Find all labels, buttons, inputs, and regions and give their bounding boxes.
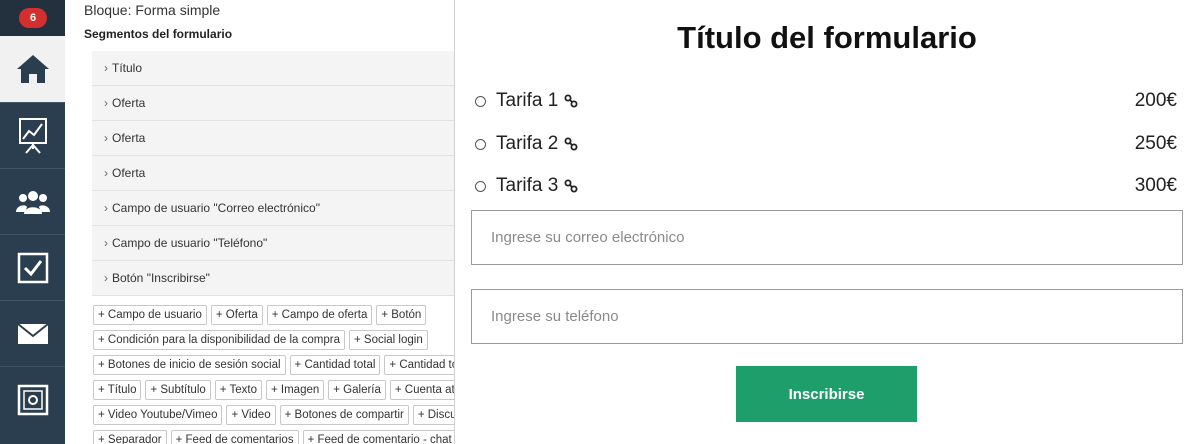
tag-row: + Condición para la disponibilidad de la…	[91, 328, 454, 353]
phone-field[interactable]: Ingrese su teléfono	[471, 289, 1183, 344]
notification-badge[interactable]: 6	[19, 8, 47, 28]
link-icon	[564, 137, 578, 151]
add-youtube-video-button[interactable]: + Video Youtube/Vimeo	[93, 405, 223, 425]
nav-analytics-button[interactable]	[0, 102, 65, 168]
segment-list: › Título › Oferta › Oferta › Oferta › Campo d…	[92, 51, 454, 296]
add-user-field-button[interactable]: + Campo de usuario	[93, 305, 207, 325]
add-social-login-button[interactable]: + Social login	[348, 330, 428, 350]
form-preview: Título del formulario Tarifa 1 200€ Tari…	[455, 0, 1199, 444]
radio-button[interactable]	[475, 138, 486, 150]
add-share-buttons-button[interactable]: + Botones de compartir	[279, 405, 409, 425]
tariff-name: Tarifa 1	[496, 90, 559, 111]
chevron-right-icon: ›	[104, 96, 108, 110]
add-total-amount-button[interactable]: + Cantidad total	[289, 355, 381, 375]
tag-row: + Campo de usuario + Oferta + Campo de ofe…	[91, 303, 454, 328]
add-total-amount-cut-button[interactable]: + Cantidad tota	[384, 355, 454, 375]
segment-item[interactable]: › Oferta	[92, 86, 454, 121]
segment-item[interactable]: › Botón "Inscribirse"	[92, 261, 454, 296]
add-button-button[interactable]: + Botón	[376, 305, 427, 325]
nav-users-button[interactable]	[0, 168, 65, 234]
tag-row: + Título + Subtítulo + Texto + Imagen + Gale…	[91, 378, 454, 403]
email-field[interactable]: Ingrese su correo electrónico	[471, 210, 1183, 265]
add-social-login-buttons-button[interactable]: + Botones de inicio de sesión social	[93, 355, 286, 375]
add-speech-button[interactable]: + Discurs	[412, 405, 454, 425]
tag-row: + Video Youtube/Vimeo + Video + Botones de…	[91, 403, 454, 428]
segment-item[interactable]: › Campo de usuario "Correo electrónico"	[92, 191, 454, 226]
checkbox-icon	[17, 252, 48, 283]
chart-board-icon	[18, 117, 47, 154]
tariff-option[interactable]: Tarifa 2 250€	[475, 129, 1177, 159]
editor-panel: Bloque: Forma simple Segmentos del formu…	[65, 0, 454, 444]
nav-mail-button[interactable]	[0, 300, 65, 366]
tag-row: + Separador + Feed de comentarios + Feed d…	[91, 428, 454, 444]
safe-icon	[17, 384, 48, 415]
form-title: Título del formulario	[677, 20, 977, 55]
nav-tasks-button[interactable]	[0, 234, 65, 300]
tariff-price: 200€	[1134, 90, 1177, 111]
segment-item[interactable]: › Oferta	[92, 121, 454, 156]
phone-placeholder: Ingrese su teléfono	[491, 308, 619, 325]
subscribe-button[interactable]: Inscribirse	[736, 366, 917, 422]
tariff-name: Tarifa 3	[496, 175, 559, 196]
segments-heading: Segmentos del formulario	[84, 27, 233, 41]
add-offer-button[interactable]: + Oferta	[210, 305, 263, 325]
add-chat-feed-button[interactable]: + Feed de comentario - chat	[302, 430, 454, 444]
chevron-right-icon: ›	[104, 236, 108, 250]
rail-header: 6	[0, 0, 65, 36]
home-icon	[16, 55, 49, 83]
tariff-option[interactable]: Tarifa 3 300€	[475, 171, 1177, 201]
segment-item[interactable]: › Título	[92, 51, 454, 86]
add-element-tags: + Campo de usuario + Oferta + Campo de ofe…	[91, 303, 454, 444]
add-separator-button[interactable]: + Separador	[93, 430, 167, 444]
segment-item[interactable]: › Oferta	[92, 156, 454, 191]
add-image-button[interactable]: + Imagen	[265, 380, 325, 400]
left-nav-rail: 6	[0, 0, 65, 444]
tariff-name: Tarifa 2	[496, 133, 559, 154]
add-title-button[interactable]: + Título	[93, 380, 142, 400]
users-icon	[15, 190, 50, 214]
link-icon	[564, 94, 578, 108]
radio-button[interactable]	[475, 180, 486, 192]
radio-button[interactable]	[475, 95, 486, 107]
add-purchase-condition-button[interactable]: + Condición para la disponibilidad de la…	[93, 330, 345, 350]
add-countdown-button[interactable]: + Cuenta atrá	[389, 380, 454, 400]
segment-item[interactable]: › Campo de usuario "Teléfono"	[92, 226, 454, 261]
tariff-price: 300€	[1134, 175, 1177, 196]
chevron-right-icon: ›	[104, 166, 108, 180]
mail-icon	[16, 322, 49, 344]
add-subtitle-button[interactable]: + Subtítulo	[145, 380, 211, 400]
add-gallery-button[interactable]: + Galería	[328, 380, 386, 400]
tag-row: + Botones de inicio de sesión social + Ca…	[91, 353, 454, 378]
link-icon	[564, 179, 578, 193]
add-offer-field-button[interactable]: + Campo de oferta	[266, 305, 373, 325]
chevron-right-icon: ›	[104, 131, 108, 145]
block-title: Bloque: Forma simple	[84, 2, 221, 18]
add-video-button[interactable]: + Video	[226, 405, 276, 425]
nav-home-button[interactable]	[0, 36, 65, 102]
chevron-right-icon: ›	[104, 61, 108, 75]
email-placeholder: Ingrese su correo electrónico	[491, 229, 685, 246]
tariff-price: 250€	[1134, 133, 1177, 154]
add-text-button[interactable]: + Texto	[214, 380, 262, 400]
nav-safe-button[interactable]	[0, 366, 65, 432]
tariff-option[interactable]: Tarifa 1 200€	[475, 86, 1177, 116]
chevron-right-icon: ›	[104, 201, 108, 215]
chevron-right-icon: ›	[104, 271, 108, 285]
add-comment-feed-button[interactable]: + Feed de comentarios	[170, 430, 299, 444]
